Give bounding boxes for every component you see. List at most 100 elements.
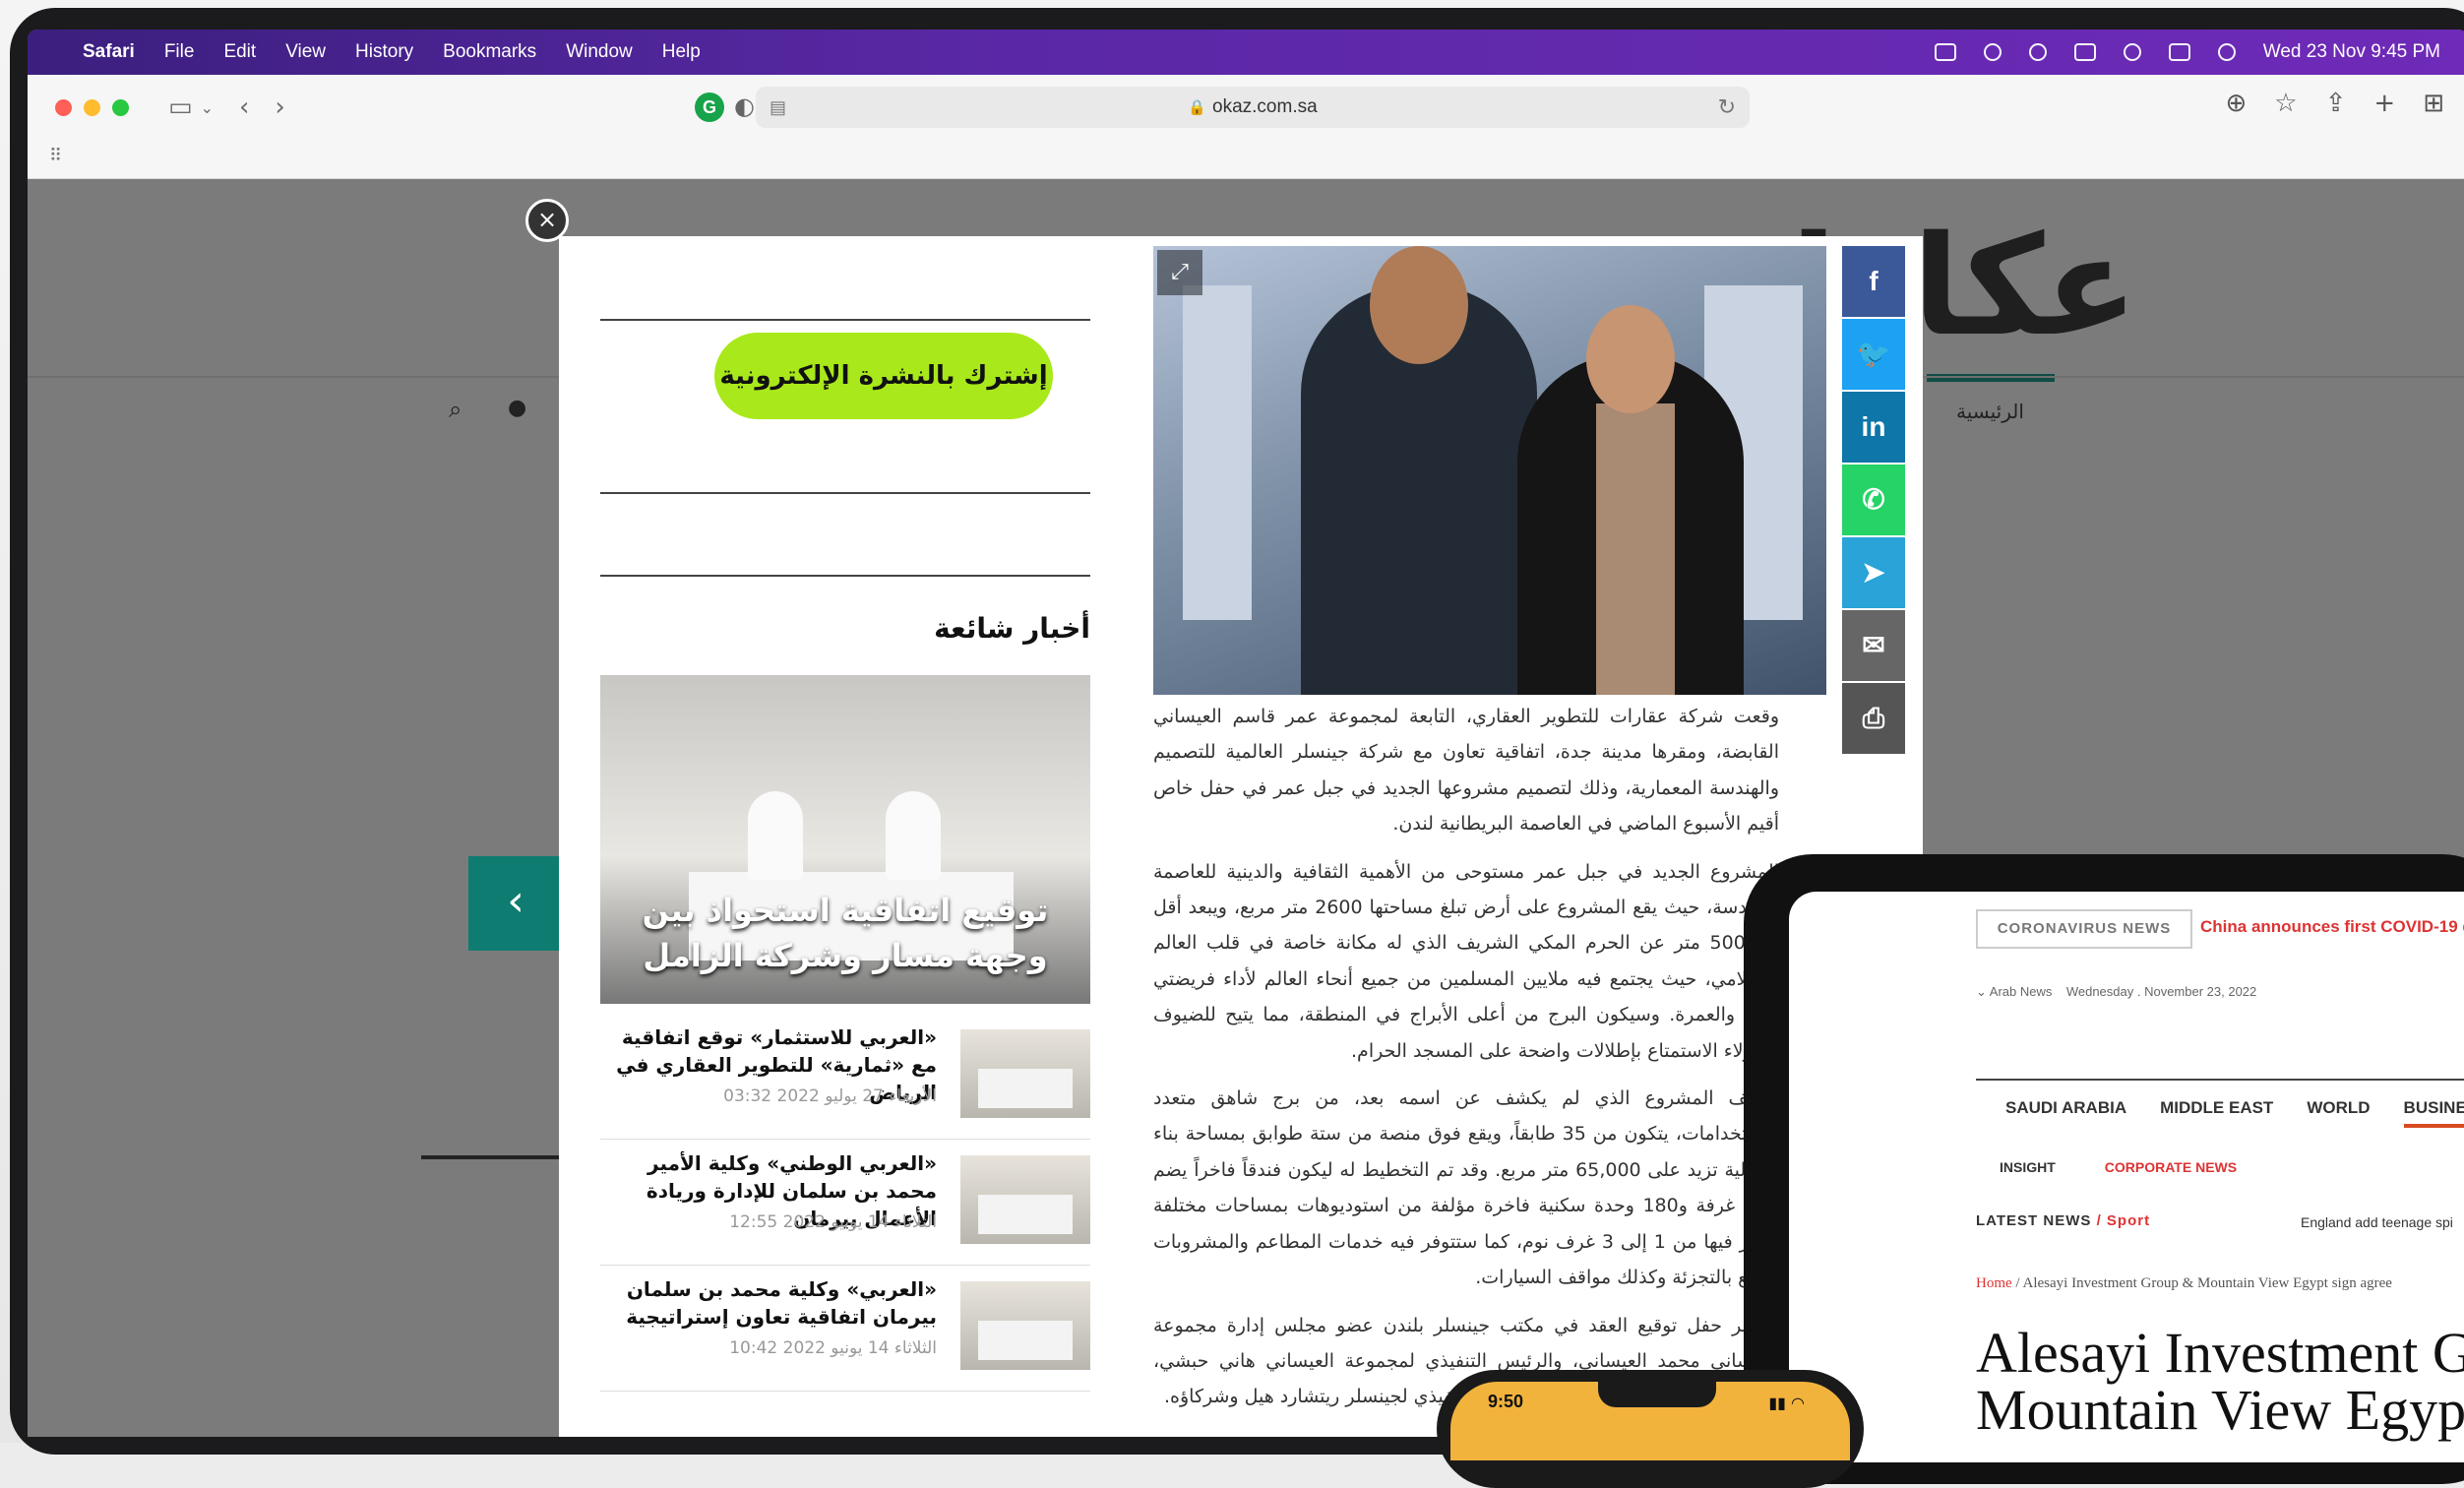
- news-list-item[interactable]: «العربي الوطني» وكلية الأمير محمد بن سلم…: [600, 1144, 1090, 1266]
- downloads-icon[interactable]: ⊕: [2226, 89, 2248, 118]
- latest-news-bar: LATEST NEWS / Sport: [1976, 1212, 2151, 1229]
- feature-image-person: [886, 791, 941, 880]
- news-thumbnail: [960, 1155, 1090, 1244]
- headline-line: Alesayi Investment G: [1976, 1321, 2464, 1385]
- tablet-sub-nav: INSIGHT CORPORATE NEWS: [2000, 1159, 2237, 1175]
- coronavirus-news-label[interactable]: CORONAVIRUS NEWS: [1976, 909, 2192, 949]
- menu-edit[interactable]: Edit: [223, 41, 256, 63]
- breadcrumb-current: Alesayi Investment Group & Mountain View…: [2022, 1275, 2392, 1291]
- input-source-icon[interactable]: [2073, 43, 2096, 61]
- news-list-item[interactable]: «العربي للاستثمار» توقع اتفاقية مع «ثمار…: [600, 1018, 1090, 1140]
- address-url: okaz.com.sa: [1212, 96, 1318, 117]
- address-bar[interactable]: ▤ 🔒 okaz.com.sa ↻: [756, 87, 1750, 128]
- user-icon[interactable]: [2028, 43, 2047, 61]
- nav-business[interactable]: BUSINE: [2403, 1098, 2464, 1128]
- latest-news-section[interactable]: Sport: [2107, 1212, 2150, 1229]
- wifi-icon[interactable]: [1983, 43, 2002, 61]
- user-icon[interactable]: ●: [508, 396, 526, 420]
- control-center-icon[interactable]: [2168, 43, 2190, 61]
- spotlight-icon[interactable]: [2123, 43, 2141, 61]
- minimize-window-button[interactable]: [84, 98, 100, 116]
- reload-icon[interactable]: ↻: [1718, 94, 1736, 120]
- article-photo: ⤢: [1153, 246, 1826, 695]
- tablet-main-nav: SAUDI ARABIA MIDDLE EAST WORLD BUSINE: [2005, 1098, 2464, 1128]
- close-window-button[interactable]: [55, 98, 72, 116]
- menubar-clock[interactable]: Wed 23 Nov 9:45 PM: [2263, 41, 2440, 63]
- slider-prev-button[interactable]: ‹: [468, 856, 563, 951]
- menu-window[interactable]: Window: [566, 41, 633, 63]
- photo-building: [1183, 285, 1252, 620]
- siri-icon[interactable]: [2217, 43, 2236, 61]
- tablet-meta: ⌄ Arab News Wednesday . November 23, 202…: [1976, 984, 2256, 1000]
- linkedin-share-button[interactable]: in: [1842, 392, 1905, 463]
- sidebar-toggle-icon[interactable]: ▭: [168, 93, 193, 122]
- featured-news-caption: توقيع اتفاقية استحواذ بين وجهة مسار وشرك…: [642, 892, 1049, 974]
- chevron-down-icon[interactable]: ⌄: [1976, 984, 1990, 999]
- page-menu-icon[interactable]: ▤: [770, 97, 786, 118]
- linkedin-icon: in: [1861, 411, 1886, 442]
- tab-overview-icon[interactable]: ⊞: [2423, 89, 2444, 118]
- apps-grid-icon[interactable]: ⠿: [49, 146, 62, 166]
- menu-history[interactable]: History: [355, 41, 413, 63]
- coronavirus-headline[interactable]: China announces first COVID-19 de: [2200, 917, 2464, 937]
- feature-image-person: [748, 791, 803, 880]
- latest-news-ticker[interactable]: England add teenage spi: [2301, 1214, 2453, 1230]
- subnav-corporate-news[interactable]: CORPORATE NEWS: [2105, 1159, 2237, 1175]
- news-date: الثلاثاء 14 يونيو 2022 10:42: [729, 1338, 937, 1358]
- expand-icon[interactable]: ⤢: [1157, 250, 1202, 295]
- featured-news-card[interactable]: توقيع اتفاقية استحواذ بين وجهة مسار وشرك…: [600, 675, 1090, 1004]
- email-share-button[interactable]: ✉: [1842, 610, 1905, 681]
- phone-notch: [1598, 1382, 1716, 1407]
- article-paragraph: وقعت شركة عقارات للتطوير العقاري، التابع…: [1153, 706, 1779, 836]
- phone-clock: 9:50: [1488, 1392, 1524, 1411]
- search-icon[interactable]: ⌕: [449, 396, 462, 423]
- menu-view[interactable]: View: [285, 41, 326, 63]
- grammarly-extension-icon[interactable]: G: [695, 93, 724, 122]
- new-tab-icon[interactable]: +: [2373, 89, 2395, 118]
- tablet-screen: CORONAVIRUS NEWS China announces first C…: [1789, 892, 2464, 1462]
- section-underline: [421, 1155, 559, 1159]
- facebook-share-button[interactable]: f: [1842, 246, 1905, 317]
- zoom-window-button[interactable]: [112, 98, 129, 116]
- share-icon[interactable]: ⇪: [2325, 89, 2347, 118]
- menu-file[interactable]: File: [164, 41, 195, 63]
- battery-icon[interactable]: [1934, 43, 1956, 61]
- news-date: الأربعاء 27 يوليو 2022 03:32: [723, 1086, 937, 1106]
- breadcrumb-home[interactable]: Home: [1976, 1275, 2012, 1291]
- menu-help[interactable]: Help: [662, 41, 701, 63]
- print-button[interactable]: ⎙: [1842, 683, 1905, 754]
- telegram-share-button[interactable]: ➤: [1842, 537, 1905, 608]
- news-thumbnail: [960, 1281, 1090, 1370]
- edition-date: Wednesday . November 23, 2022: [2065, 984, 2257, 999]
- nav-middle-east[interactable]: MIDDLE EAST: [2160, 1098, 2273, 1128]
- menu-bookmarks[interactable]: Bookmarks: [443, 41, 536, 63]
- whatsapp-share-button[interactable]: ✆: [1842, 465, 1905, 535]
- window-controls: [28, 98, 129, 116]
- nav-home-link[interactable]: الرئيسية: [1956, 400, 2024, 423]
- close-icon[interactable]: ×: [525, 199, 569, 242]
- bookmark-star-icon[interactable]: ☆: [2274, 89, 2297, 118]
- subnav-insight[interactable]: INSIGHT: [2000, 1159, 2056, 1175]
- nav-world[interactable]: WORLD: [2307, 1098, 2370, 1128]
- divider: [600, 575, 1090, 577]
- forward-icon[interactable]: ›: [275, 93, 284, 122]
- email-icon: ✉: [1862, 630, 1885, 660]
- macos-menubar: Safari File Edit View History Bookmarks …: [28, 30, 2464, 75]
- chevron-down-icon[interactable]: ⌄: [201, 98, 214, 117]
- menu-app-name[interactable]: Safari: [83, 41, 135, 63]
- newsletter-subscribe-button[interactable]: إشترك بالنشرة الإلكترونية: [714, 333, 1053, 419]
- news-list-item[interactable]: «العربي» وكلية محمد بن سلمان بيرمان اتفا…: [600, 1270, 1090, 1392]
- source-name: Arab News: [1989, 984, 2053, 999]
- back-icon[interactable]: ‹: [239, 93, 249, 122]
- phone-screen: 9:50 ▮▮ ◠: [1450, 1382, 1850, 1460]
- news-title[interactable]: «العربي» وكلية محمد بن سلمان بيرمان اتفا…: [602, 1275, 937, 1331]
- article-body: وقعت شركة عقارات للتطوير العقاري، التابع…: [1153, 699, 1779, 1427]
- tablet-headline: Alesayi Investment G Mountain View Egyp: [1976, 1325, 2464, 1439]
- menubar-status-area: Wed 23 Nov 9:45 PM: [1934, 41, 2464, 63]
- privacy-shield-icon[interactable]: ◐: [734, 93, 755, 120]
- nav-saudi-arabia[interactable]: SAUDI ARABIA: [2005, 1098, 2126, 1128]
- twitter-icon: 🐦: [1856, 339, 1891, 369]
- article-paragraph: المشروع الجديد في جبل عمر مستوحى من الأه…: [1153, 860, 1779, 1062]
- twitter-share-button[interactable]: 🐦: [1842, 319, 1905, 390]
- stage: Safari File Edit View History Bookmarks …: [0, 0, 2464, 1488]
